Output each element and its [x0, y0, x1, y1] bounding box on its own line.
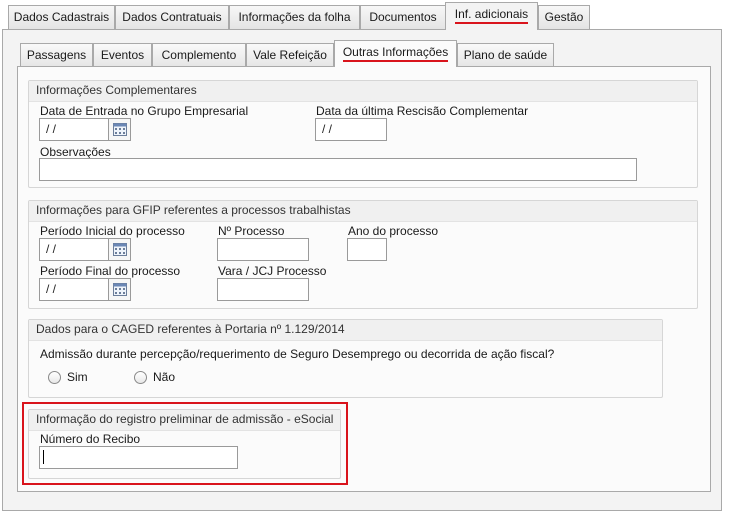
- rescisao-date-field[interactable]: / /: [315, 118, 387, 141]
- subtab-label: Vale Refeição: [253, 48, 327, 62]
- tab-label: Documentos: [369, 10, 437, 24]
- tab-dados-cadastrais[interactable]: Dados Cadastrais: [8, 5, 115, 29]
- calendar-icon: [112, 283, 127, 296]
- group-title: Informações Complementares: [29, 81, 697, 102]
- entrada-calendar-button[interactable]: [109, 118, 131, 141]
- tab-label: Inf. adicionais: [454, 7, 529, 24]
- tab-dados-contratuais[interactable]: Dados Contratuais: [115, 5, 229, 29]
- observacoes-field[interactable]: [39, 158, 637, 181]
- entrada-label: Data de Entrada no Grupo Empresarial: [40, 104, 249, 118]
- tab-label: Dados Contratuais: [122, 10, 222, 24]
- observacoes-label: Observações: [40, 145, 111, 159]
- subtab-label: Eventos: [100, 48, 145, 62]
- radio-nao-label: Não: [153, 370, 176, 384]
- n-processo-label: Nº Processo: [218, 224, 285, 238]
- periodo-final-label: Período Final do processo: [40, 264, 181, 278]
- tab-label: Dados Cadastrais: [13, 10, 110, 24]
- subtab-outras-informacoes[interactable]: Outras Informações: [334, 40, 457, 67]
- vara-field[interactable]: [217, 278, 309, 301]
- radio-circle: [134, 371, 147, 384]
- group-title: Informações para GFIP referentes a proce…: [29, 201, 697, 222]
- tab-informacoes-da-folha[interactable]: Informações da folha: [229, 5, 360, 29]
- subtab-label: Plano de saúde: [463, 48, 548, 62]
- n-processo-field[interactable]: [217, 238, 309, 261]
- rescisao-label: Data da última Rescisão Complementar: [316, 104, 529, 118]
- tab-label: Informações da folha: [238, 10, 351, 24]
- subtab-plano-de-saude[interactable]: Plano de saúde: [457, 43, 554, 66]
- caged-question: Admissão durante percepção/requerimento …: [40, 347, 555, 361]
- subtab-label: Outras Informações: [342, 45, 449, 62]
- periodo-inicial-label: Período Inicial do processo: [40, 224, 185, 238]
- vara-label: Vara / JCJ Processo: [218, 264, 327, 278]
- subtab-passagens[interactable]: Passagens: [20, 43, 93, 66]
- ano-processo-label: Ano do processo: [348, 224, 439, 238]
- subtab-complemento[interactable]: Complemento: [152, 43, 246, 66]
- tab-documentos[interactable]: Documentos: [360, 5, 446, 29]
- tab-gestao[interactable]: Gestão: [538, 5, 590, 29]
- ano-processo-field[interactable]: [347, 238, 387, 261]
- calendar-icon: [112, 123, 127, 136]
- subtab-vale-refeicao[interactable]: Vale Refeição: [246, 43, 334, 66]
- subtab-label: Complemento: [161, 48, 237, 62]
- radio-sim-label: Sim: [67, 370, 88, 384]
- radio-circle: [48, 371, 61, 384]
- periodo-inicial-calendar-button[interactable]: [109, 238, 131, 261]
- entrada-date-field[interactable]: / /: [39, 118, 109, 141]
- tab-inf-adicionais[interactable]: Inf. adicionais: [445, 2, 538, 30]
- radio-sim[interactable]: Sim: [48, 370, 98, 386]
- calendar-icon: [112, 243, 127, 256]
- group-title: Dados para o CAGED referentes à Portaria…: [29, 320, 662, 341]
- subtab-label: Passagens: [26, 48, 87, 62]
- subtab-eventos[interactable]: Eventos: [93, 43, 152, 66]
- highlight-box: [22, 402, 348, 485]
- periodo-inicial-date-field[interactable]: / /: [39, 238, 109, 261]
- tab-label: Gestão: [544, 10, 584, 24]
- radio-nao[interactable]: Não: [134, 370, 184, 386]
- periodo-final-date-field[interactable]: / /: [39, 278, 109, 301]
- periodo-final-calendar-button[interactable]: [109, 278, 131, 301]
